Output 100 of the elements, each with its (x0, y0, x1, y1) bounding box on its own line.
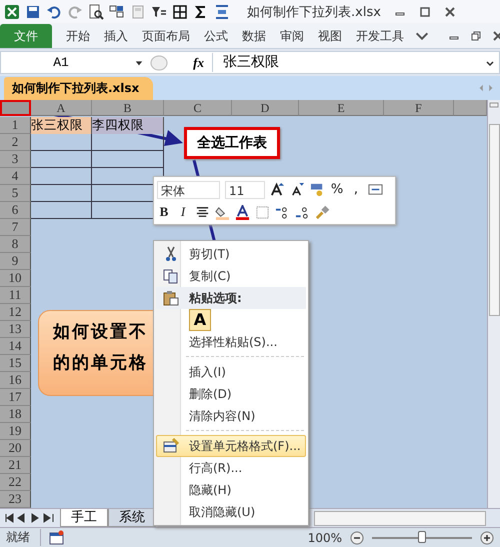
ribbon-tab[interactable]: 页面布局 (136, 24, 196, 48)
zoom-out-icon[interactable] (350, 530, 364, 544)
row-header[interactable]: 9 (0, 253, 31, 270)
column-header[interactable]: A (31, 100, 92, 116)
format-painter-icon[interactable] (315, 204, 330, 220)
menu-item[interactable]: 取消隐藏(U) (156, 501, 306, 523)
row-header[interactable]: 17 (0, 389, 31, 406)
row-header[interactable]: 8 (0, 236, 31, 253)
close-icon[interactable] (444, 6, 456, 18)
row-header[interactable]: 21 (0, 457, 31, 474)
merge-center-icon[interactable] (368, 182, 383, 198)
font-dropdown[interactable]: 宋体 (157, 180, 220, 199)
column-header[interactable]: F (384, 100, 454, 116)
menu-item[interactable]: 隐藏(H) (156, 479, 306, 501)
ribbon-tab[interactable]: 开始 (60, 24, 96, 48)
row-header[interactable]: 4 (0, 168, 31, 185)
annotation-label: 全选工作表 (184, 127, 280, 159)
ribbon-tab[interactable]: 视图 (312, 24, 348, 48)
restore-icon[interactable] (470, 30, 482, 42)
macro-record-icon[interactable] (49, 530, 65, 546)
layout-icon[interactable] (109, 4, 125, 20)
sheet-tab[interactable]: 系统 (108, 509, 156, 527)
center-align-icon[interactable] (195, 204, 210, 220)
border-icon[interactable] (255, 204, 270, 220)
menu-item[interactable]: 选择性粘贴(S)... (156, 331, 306, 353)
table-cell (31, 168, 92, 185)
row-header[interactable]: 3 (0, 151, 31, 168)
ribbon-tab[interactable]: 审阅 (274, 24, 310, 48)
align-icon[interactable] (214, 4, 230, 20)
row-header[interactable]: 7 (0, 219, 31, 236)
formula-field[interactable]: 张三权限 (212, 53, 485, 72)
table-cell (92, 151, 164, 168)
bold-button[interactable]: B (157, 204, 171, 220)
maximize-icon[interactable] (418, 6, 431, 18)
decrease-decimal-icon[interactable] (295, 204, 310, 220)
row-header[interactable]: 12 (0, 304, 31, 321)
function-button[interactable]: fx (185, 54, 212, 70)
column-header[interactable]: D (232, 100, 299, 116)
menu-item[interactable]: 插入(I) (156, 361, 306, 383)
table-cell: 张三权限 (31, 117, 92, 134)
ribbon-tab[interactable]: 公式 (198, 24, 234, 48)
size-dropdown[interactable]: 11 (225, 180, 265, 199)
row-header[interactable]: 13 (0, 321, 31, 338)
ribbon-tab[interactable]: 开发工具 (350, 24, 410, 48)
sheet-navigation-icon[interactable] (4, 513, 56, 523)
italic-button[interactable]: I (176, 204, 190, 220)
workbook-tab[interactable]: 如何制作下拉列表.xlsx (4, 77, 154, 100)
scrollbar-thumb[interactable] (488, 124, 500, 316)
name-box[interactable]: A1 (1, 55, 121, 70)
menu-item[interactable]: 行高(R)... (156, 457, 306, 479)
zoom-slider-thumb[interactable] (418, 530, 426, 542)
menu-item[interactable]: 设置单元格格式(F)... (156, 435, 306, 457)
window-title: 如何制作下拉列表.xlsx (247, 4, 381, 20)
row-header[interactable]: 5 (0, 185, 31, 202)
undo-icon[interactable] (46, 4, 62, 20)
paste-options-header: 粘贴选项: (156, 287, 306, 309)
copy-icon (163, 268, 179, 284)
row-header[interactable]: 11 (0, 287, 31, 304)
sheet-tab[interactable]: 手工 (60, 509, 108, 527)
comma-button[interactable]: , (349, 182, 363, 198)
row-header[interactable]: 18 (0, 406, 31, 423)
save-icon[interactable] (25, 4, 41, 20)
menu-item[interactable]: 剪切(T) (156, 243, 306, 265)
column-header[interactable]: E (299, 100, 384, 116)
row-header[interactable]: 6 (0, 202, 31, 219)
split-handle-icon[interactable] (489, 102, 499, 108)
table-cell (31, 151, 92, 168)
print-preview-icon[interactable] (88, 4, 104, 20)
horizontal-scrollbar[interactable] (314, 510, 486, 526)
dropdown-arrow-icon[interactable] (135, 58, 143, 66)
menu-item[interactable]: 复制(C) (156, 265, 306, 287)
row-header[interactable]: 10 (0, 270, 31, 287)
shrink-font-icon[interactable] (290, 182, 305, 198)
borders-icon[interactable] (172, 4, 188, 20)
row-header[interactable]: 19 (0, 423, 31, 440)
scissors-icon (163, 246, 179, 262)
zoom-level[interactable]: 100% (308, 530, 342, 544)
paste-values-button[interactable]: A (189, 309, 211, 331)
row-header[interactable]: 22 (0, 474, 31, 491)
status-text: 就绪 (6, 529, 41, 546)
file-tab[interactable]: 文件 (0, 24, 52, 48)
row-header[interactable]: 15 (0, 355, 31, 372)
ribbon-tab[interactable]: 插入 (98, 24, 134, 48)
column-header[interactable]: B (92, 100, 164, 116)
column-header[interactable]: C (164, 100, 232, 116)
row-header[interactable]: 1 (0, 117, 31, 134)
fill-color-icon[interactable] (215, 204, 230, 220)
number-format-icon[interactable] (310, 182, 325, 198)
grow-font-icon[interactable] (270, 182, 285, 198)
zoom-in-icon[interactable] (480, 530, 494, 544)
menu-item[interactable]: 删除(D) (156, 383, 306, 405)
row-header[interactable]: 14 (0, 338, 31, 355)
menu-item[interactable]: 清除内容(N) (156, 405, 306, 427)
row-header[interactable]: 20 (0, 440, 31, 457)
percent-button[interactable]: % (330, 182, 344, 198)
row-header[interactable]: 16 (0, 372, 31, 389)
font-color-icon[interactable] (235, 204, 250, 220)
row-header[interactable]: 2 (0, 134, 31, 151)
row-header[interactable]: 23 (0, 491, 31, 508)
ribbon-tab[interactable]: 数据 (236, 24, 272, 48)
